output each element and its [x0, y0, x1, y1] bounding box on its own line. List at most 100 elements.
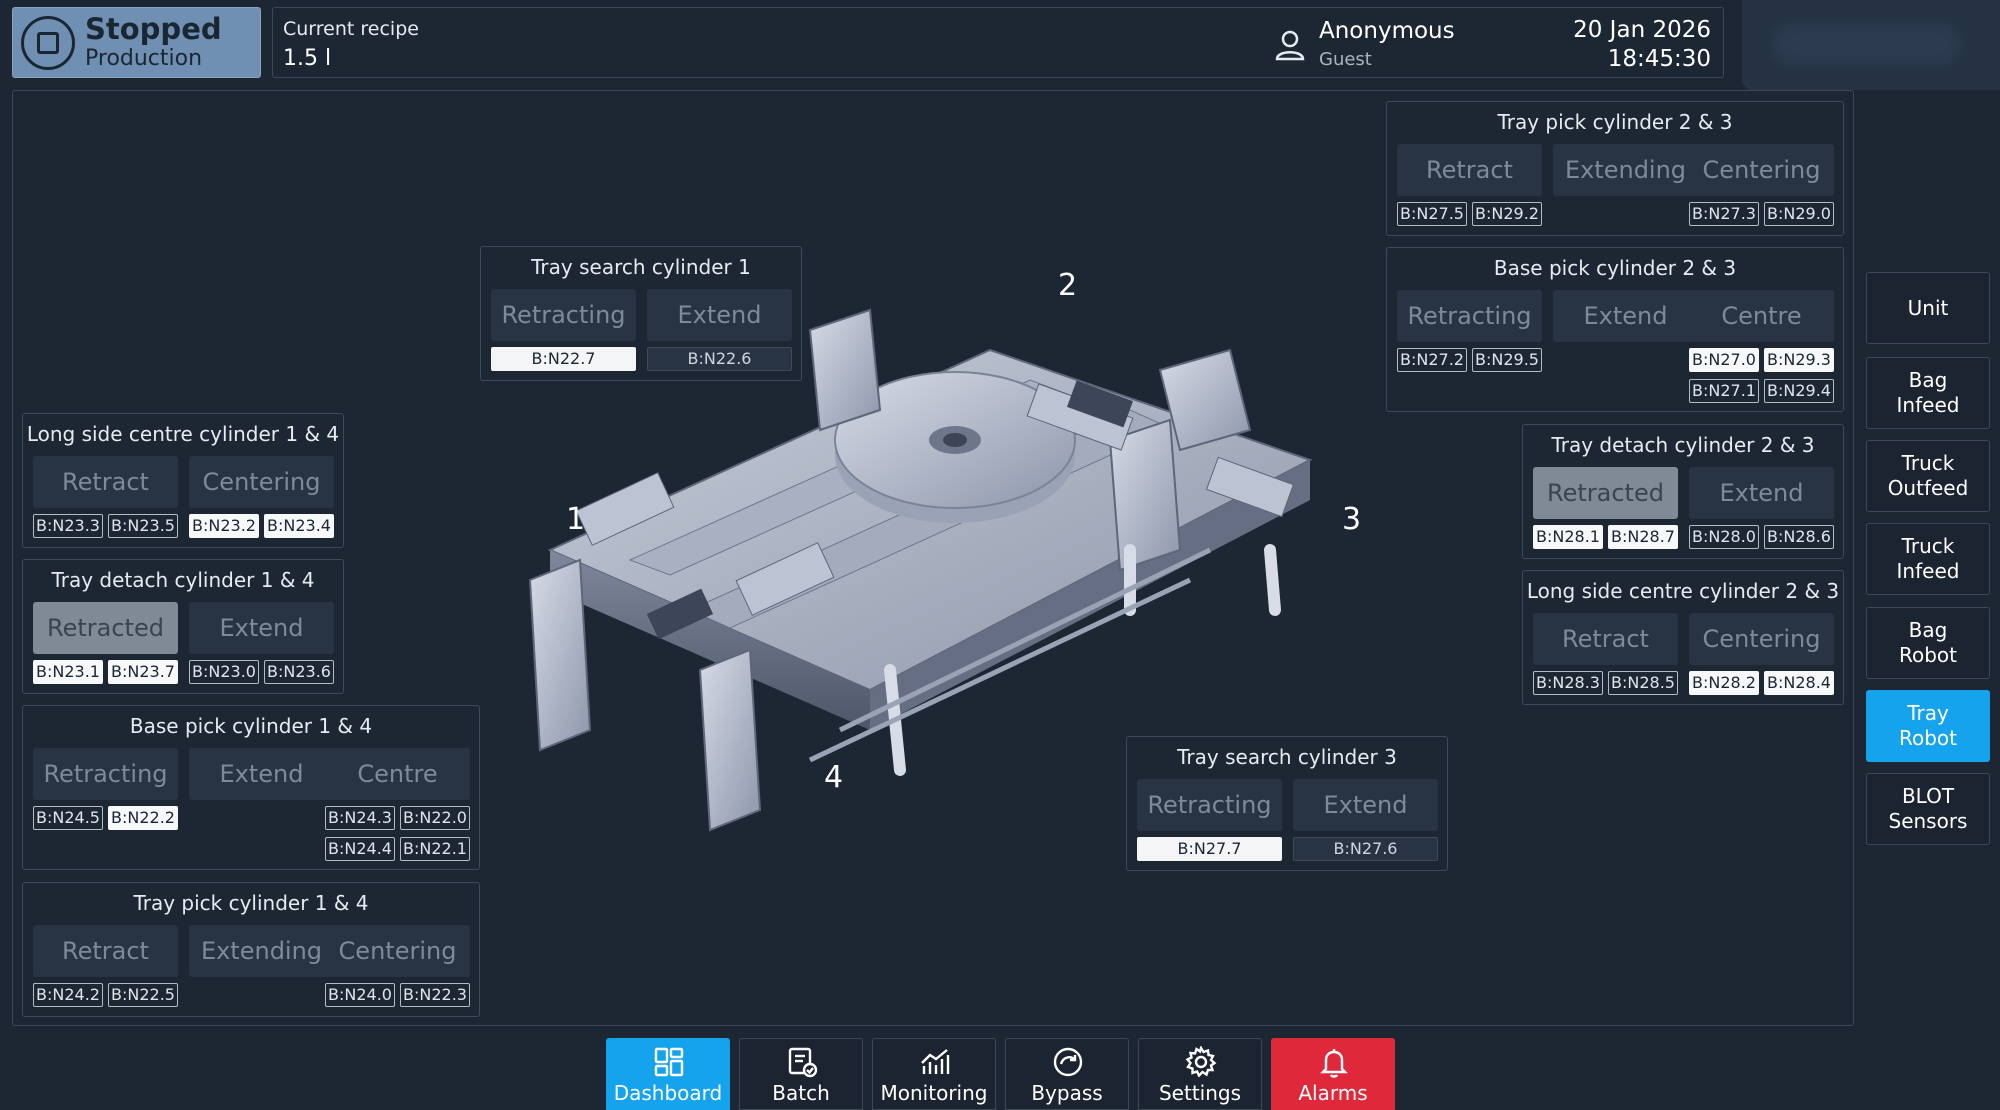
machine-label-2: 2 [1058, 268, 1078, 303]
side-nav-bag-robot[interactable]: Bag Robot [1866, 607, 1990, 679]
cylinder-title: Long side centre cylinder 1 & 4 [26, 422, 340, 446]
io-tag: B:N22.5 [108, 983, 178, 1007]
retracted-button[interactable]: Retracted [33, 602, 178, 654]
retracting-button[interactable]: Retracting [1137, 779, 1282, 831]
side-nav-unit[interactable]: Unit [1866, 272, 1990, 344]
extend-button[interactable]: Extend [189, 748, 334, 800]
machine-label-4: 4 [824, 760, 844, 795]
cylinder-tray-search-1: Tray search cylinder 1 Retracting Extend… [480, 246, 802, 381]
recipe-value[interactable]: 1.5 l [283, 46, 331, 71]
nav-label: Batch [772, 1081, 830, 1105]
current-date: 20 Jan 2026 [1573, 17, 1711, 43]
nav-bypass[interactable]: Bypass [1005, 1038, 1129, 1110]
io-tag: B:N22.1 [400, 837, 470, 861]
centre-button[interactable]: Centre [325, 748, 470, 800]
current-time: 18:45:30 [1607, 46, 1711, 72]
retracting-button[interactable]: Retracting [33, 748, 178, 800]
io-tag: B:N27.6 [1293, 837, 1438, 861]
io-tag: B:N22.2 [108, 806, 178, 830]
status-state: Stopped [85, 11, 222, 46]
io-tag: B:N24.3 [325, 806, 395, 830]
io-tag: B:N23.0 [189, 660, 259, 684]
nav-dashboard[interactable]: Dashboard [606, 1038, 730, 1110]
user-name[interactable]: Anonymous [1319, 18, 1455, 44]
cylinder-tray-search-3: Tray search cylinder 3 Retracting Extend… [1126, 736, 1448, 871]
retracting-button[interactable]: Retracting [491, 289, 636, 341]
centering-button[interactable]: Centering [1689, 613, 1834, 665]
gear-icon [1185, 1046, 1217, 1078]
user-role: Guest [1319, 49, 1372, 70]
io-tag: B:N29.5 [1472, 348, 1542, 372]
nav-batch[interactable]: Batch [739, 1038, 863, 1110]
io-tag: B:N23.2 [189, 514, 259, 538]
cylinder-title: Tray pick cylinder 2 & 3 [1497, 110, 1733, 134]
nav-label: Monitoring [880, 1081, 988, 1105]
retract-button[interactable]: Retract [33, 456, 178, 508]
retract-button[interactable]: Retract [1533, 613, 1678, 665]
cylinder-title: Tray pick cylinder 1 & 4 [133, 891, 369, 915]
extend-button[interactable]: Extend [189, 602, 334, 654]
retract-button[interactable]: Retract [33, 925, 178, 977]
centering-button[interactable]: Centering [325, 925, 470, 977]
io-tag: B:N23.1 [33, 660, 103, 684]
io-tag: B:N27.1 [1689, 379, 1759, 403]
centre-button[interactable]: Centre [1689, 290, 1834, 342]
io-tag: B:N22.7 [491, 347, 636, 371]
io-tag: B:N24.4 [325, 837, 395, 861]
io-tag: B:N23.6 [264, 660, 334, 684]
io-tag: B:N28.6 [1764, 525, 1834, 549]
retracted-button[interactable]: Retracted [1533, 467, 1678, 519]
extending-button[interactable]: Extending [189, 925, 334, 977]
side-nav-bag-infeed[interactable]: Bag Infeed [1866, 357, 1990, 429]
cylinder-title: Tray search cylinder 1 [531, 255, 751, 279]
nav-alarms[interactable]: Alarms [1271, 1038, 1395, 1110]
status-mode: Production [85, 45, 203, 71]
io-tag: B:N23.4 [264, 514, 334, 538]
extend-button[interactable]: Extend [1689, 467, 1834, 519]
machine-label-3: 3 [1342, 502, 1362, 537]
io-tag: B:N28.1 [1533, 525, 1603, 549]
stop-icon [21, 15, 75, 70]
centering-button[interactable]: Centering [1689, 144, 1834, 196]
cylinder-base-pick-1-4: Base pick cylinder 1 & 4 Retracting Exte… [22, 705, 480, 870]
side-nav-truck-infeed[interactable]: Truck Infeed [1866, 523, 1990, 595]
io-tag: B:N24.0 [325, 983, 395, 1007]
cylinder-title: Tray search cylinder 3 [1177, 745, 1397, 769]
io-tag: B:N28.0 [1689, 525, 1759, 549]
io-tag: B:N29.3 [1764, 348, 1834, 372]
user-icon[interactable] [1273, 28, 1307, 62]
cylinder-title: Long side centre cylinder 2 & 3 [1526, 579, 1840, 603]
cylinder-title: Tray detach cylinder 1 & 4 [51, 568, 315, 592]
extend-button[interactable]: Extend [647, 289, 792, 341]
nav-label: Settings [1158, 1081, 1242, 1105]
cylinder-long-side-centre-2-3: Long side centre cylinder 2 & 3 Retract … [1522, 570, 1844, 705]
cylinder-title: Base pick cylinder 1 & 4 [129, 714, 373, 738]
io-tag: B:N22.0 [400, 806, 470, 830]
cylinder-tray-detach-2-3: Tray detach cylinder 2 & 3 Retracted Ext… [1522, 424, 1844, 559]
extend-button[interactable]: Extend [1293, 779, 1438, 831]
io-tag: B:N29.0 [1764, 202, 1834, 226]
side-nav-truck-outfeed[interactable]: Truck Outfeed [1866, 440, 1990, 512]
extending-button[interactable]: Extending [1553, 144, 1698, 196]
retracting-button[interactable]: Retracting [1397, 290, 1542, 342]
blurred-logo-area [1742, 0, 2000, 90]
cylinder-tray-pick-1-4: Tray pick cylinder 1 & 4 Retract Extendi… [22, 882, 480, 1017]
cylinder-tray-pick-2-3: Tray pick cylinder 2 & 3 Retract Extendi… [1386, 101, 1844, 236]
cylinder-title: Base pick cylinder 2 & 3 [1493, 256, 1737, 280]
side-nav-blot-sensors[interactable]: BLOT Sensors [1866, 773, 1990, 845]
machine-status-indicator[interactable]: Stopped Production [12, 7, 261, 78]
io-tag: B:N27.3 [1689, 202, 1759, 226]
retract-button[interactable]: Retract [1397, 144, 1542, 196]
nav-settings[interactable]: Settings [1138, 1038, 1262, 1110]
io-tag: B:N28.7 [1608, 525, 1678, 549]
centering-button[interactable]: Centering [189, 456, 334, 508]
io-tag: B:N23.5 [108, 514, 178, 538]
nav-label: Alarms [1298, 1081, 1368, 1105]
io-tag: B:N29.4 [1764, 379, 1834, 403]
grid-icon [654, 1047, 684, 1077]
nav-monitoring[interactable]: Monitoring [872, 1038, 996, 1110]
cylinder-long-side-centre-1-4: Long side centre cylinder 1 & 4 Retract … [22, 413, 344, 548]
io-tag: B:N29.2 [1472, 202, 1542, 226]
extend-button[interactable]: Extend [1553, 290, 1698, 342]
side-nav-tray-robot[interactable]: Tray Robot [1866, 690, 1990, 762]
